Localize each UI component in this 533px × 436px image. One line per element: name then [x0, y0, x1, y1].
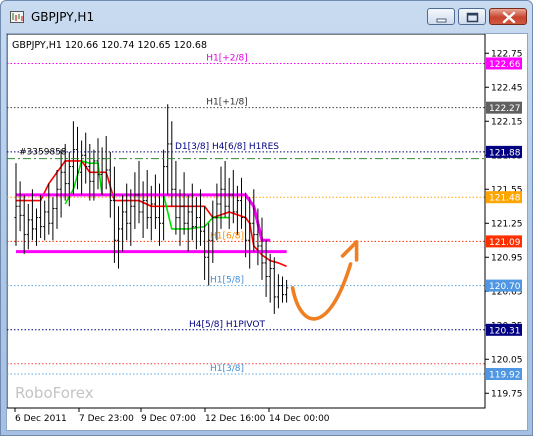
x-tick-label: 7 Dec 23:00 — [79, 414, 134, 424]
price-tag-label: 120.31 — [489, 326, 521, 336]
maximize-button[interactable] — [458, 8, 486, 25]
price-chart[interactable]: GBPJPY,H1 120.66 120.74 120.65 120.68 Ro… — [7, 34, 527, 430]
level-label: H4[5/8] H1PIVOT — [189, 320, 266, 330]
chart-window: GBPJPY,H1 GBPJPY,H1 120.66 120.74 120.65… — [0, 0, 533, 436]
trade-label: #3359858 — [19, 148, 67, 158]
title-bar[interactable]: GBPJPY,H1 — [1, 1, 532, 33]
y-tick-label: 120.95 — [491, 253, 523, 263]
chart-area[interactable]: GBPJPY,H1 120.66 120.74 120.65 120.68 Ro… — [6, 33, 528, 431]
x-tick-label: 14 Dec 00:00 — [269, 414, 330, 424]
window-title: GBPJPY,H1 — [31, 10, 95, 24]
price-tag-label: 120.70 — [489, 282, 521, 292]
close-icon — [502, 11, 516, 24]
y-tick-label: 119.75 — [491, 389, 523, 399]
chart-header: GBPJPY,H1 120.66 120.74 120.65 120.68 — [12, 40, 207, 51]
y-tick-label: 120.05 — [491, 355, 523, 365]
price-tag-label: 121.88 — [489, 148, 521, 158]
level-label: H1[6/8] — [210, 231, 244, 241]
y-tick-label: 122.45 — [491, 83, 523, 93]
price-tag-label: 119.92 — [489, 371, 521, 381]
price-tag-label: 121.48 — [489, 194, 521, 204]
level-label: H1[+1/8] — [206, 98, 248, 108]
level-label: H1[+2/8] — [206, 53, 248, 63]
level-label: D1[3/8] H4[6/8] H1RES — [175, 142, 279, 152]
y-tick-label: 122.15 — [491, 117, 523, 127]
level-label: H1[5/8] — [210, 276, 244, 286]
x-tick-label: 12 Dec 16:00 — [205, 414, 266, 424]
watermark: RoboForex — [15, 384, 94, 402]
maximize-icon — [466, 12, 479, 23]
x-tick-label: 6 Dec 2011 — [15, 414, 67, 424]
chart-window-icon — [10, 11, 24, 23]
y-tick-label: 121.25 — [491, 219, 523, 229]
minimize-button[interactable] — [427, 8, 455, 25]
price-tag-label: 122.27 — [489, 104, 521, 114]
x-tick-label: 9 Dec 07:00 — [141, 414, 196, 424]
price-tag-label: 121.09 — [489, 238, 521, 248]
level-label: H1[3/8] — [210, 364, 244, 374]
price-tag-label: 122.66 — [489, 60, 521, 70]
minimize-icon — [436, 18, 447, 23]
close-button[interactable] — [489, 8, 527, 25]
